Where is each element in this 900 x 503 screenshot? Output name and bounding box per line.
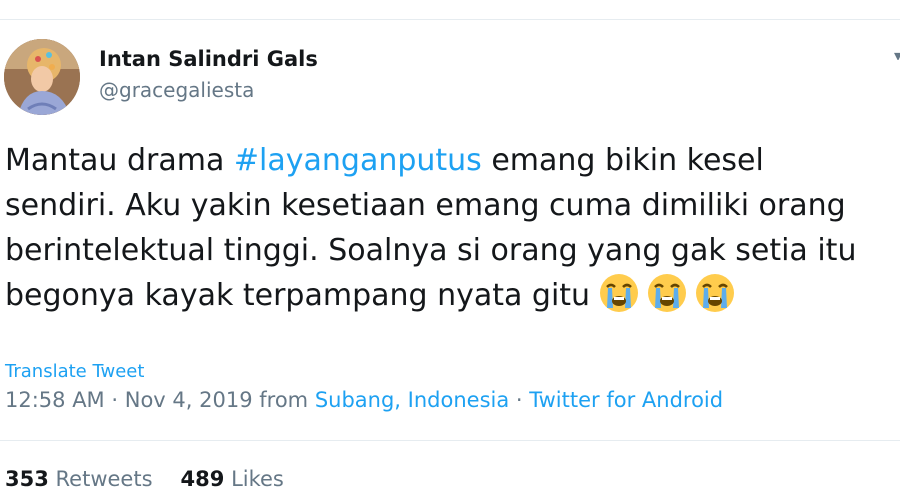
- tweet-text: Mantau drama #layanganputus emang bikin …: [5, 138, 900, 328]
- user-handle[interactable]: @gracegaliesta: [99, 78, 254, 102]
- source-link[interactable]: Twitter for Android: [529, 388, 723, 412]
- tweet-line: Mantau drama #layanganputus emang bikin …: [5, 138, 900, 183]
- tweet-line: sendiri. Aku yakin kesetiaan emang cuma …: [5, 188, 846, 223]
- emoji-group: [598, 272, 736, 314]
- from-label: from: [259, 388, 309, 412]
- engagement-stats: 353 Retweets 489 Likes: [5, 467, 284, 491]
- location-link[interactable]: Subang, Indonesia: [315, 388, 509, 412]
- retweets-label: Retweets: [55, 467, 153, 491]
- chevron-down-icon[interactable]: ▾: [894, 46, 900, 60]
- retweets-stat[interactable]: 353 Retweets: [5, 467, 153, 491]
- tweet-text-segment: Mantau drama: [5, 143, 234, 178]
- top-divider: [0, 19, 900, 20]
- tweet-metadata: 12:58 AM · Nov 4, 2019 from Subang, Indo…: [5, 388, 723, 412]
- likes-stat[interactable]: 489 Likes: [181, 467, 284, 491]
- translate-tweet-link[interactable]: Translate Tweet: [5, 361, 144, 382]
- likes-label: Likes: [231, 467, 284, 491]
- tweet-date[interactable]: Nov 4, 2019: [125, 388, 253, 412]
- likes-count: 489: [180, 467, 225, 491]
- hashtag-link[interactable]: #layanganputus: [234, 143, 482, 178]
- loudly-crying-face-emoji: [600, 273, 639, 312]
- avatar[interactable]: [4, 39, 80, 115]
- tweet-text-segment: begonya kayak terpampang nyata gitu: [5, 278, 591, 313]
- avatar-image: [4, 39, 80, 115]
- stats-divider: [0, 440, 900, 441]
- tweet-text-segment: emang bikin kesel: [481, 143, 764, 178]
- display-name[interactable]: Intan Salindri Gals: [99, 47, 318, 71]
- meta-separator: ·: [111, 388, 119, 412]
- meta-separator: ·: [515, 388, 523, 412]
- loudly-crying-face-emoji: [696, 273, 735, 312]
- tweet-time[interactable]: 12:58 AM: [5, 388, 105, 412]
- tweet-line: begonya kayak terpampang nyata gitu: [5, 273, 900, 318]
- tweet-line: berintelektual tinggi. Soalnya si orang …: [5, 233, 857, 268]
- loudly-crying-face-emoji: [648, 273, 687, 312]
- retweets-count: 353: [5, 467, 49, 491]
